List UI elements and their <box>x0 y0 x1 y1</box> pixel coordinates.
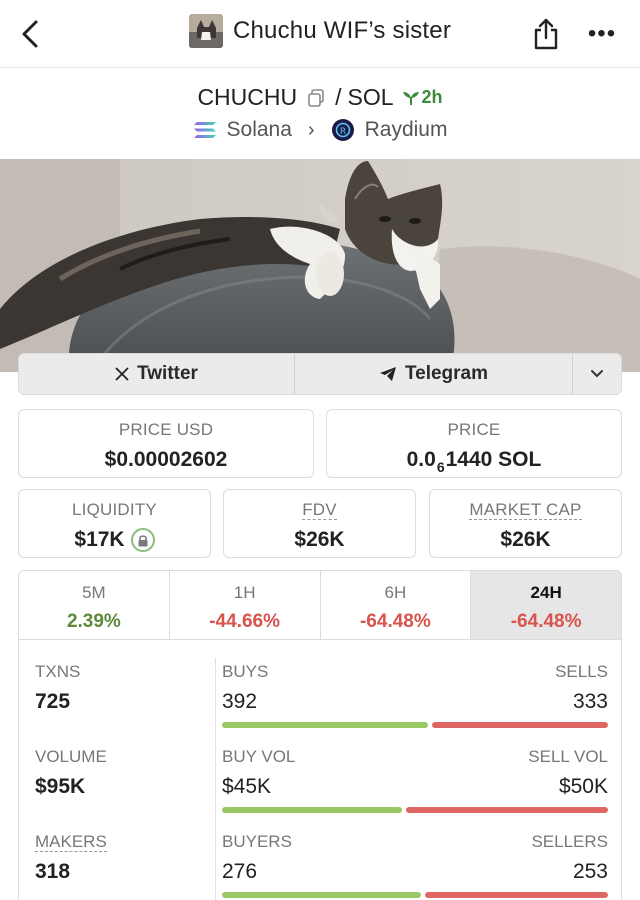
liquidity-card: LIQUIDITY $17K <box>18 489 211 558</box>
buys-label: BUYS <box>222 662 269 681</box>
buyers-sellers-split: BUYERS SELLERS 276 253 <box>222 832 608 898</box>
token-avatar <box>188 14 223 48</box>
price-native-prefix: 0.0 <box>406 448 436 471</box>
svg-text:R: R <box>339 127 345 137</box>
buy-segment <box>222 807 402 813</box>
volume-label: VOLUME <box>35 747 107 766</box>
telegram-icon <box>379 367 396 381</box>
txns-label: TXNS <box>35 662 81 681</box>
solana-icon <box>193 122 216 138</box>
expand-links-button[interactable] <box>573 354 621 394</box>
makers-value: 318 <box>35 860 71 883</box>
price-change: -64.48% <box>510 611 582 632</box>
telegram-label: Telegram <box>404 363 489 384</box>
buys-sells-split: BUYS SELLS 392 333 <box>222 662 608 728</box>
sell-vol-value: $50K <box>558 775 608 798</box>
tab-6h[interactable]: 6H -64.48% <box>320 571 472 639</box>
share-icon <box>534 18 558 50</box>
buy-segment <box>222 722 428 728</box>
buys-value: 392 <box>222 690 258 713</box>
buy-vol-label: BUY VOL <box>222 747 296 766</box>
buy-vol-value: $45K <box>222 775 272 798</box>
price-usd-label: PRICE USD <box>118 420 214 439</box>
pair-age: 2h <box>402 87 443 108</box>
sell-vol-label: SELL VOL <box>528 747 608 766</box>
price-native-zero-count: 6 <box>436 459 445 475</box>
volume-metric: VOLUME $95K <box>35 747 107 799</box>
volume-value: $95K <box>35 775 86 798</box>
txns-metric: TXNS 725 <box>35 662 80 714</box>
price-usd-value: $0.00002602 <box>104 448 228 471</box>
fdv-card[interactable]: FDV $26K <box>223 489 416 558</box>
sell-segment <box>425 892 608 898</box>
price-native-card: PRICE 0.0 6 1440 SOL <box>326 409 622 478</box>
sells-label: SELLS <box>555 662 608 681</box>
tab-24h[interactable]: 24H -64.48% <box>471 571 621 639</box>
twitter-button[interactable]: Twitter <box>19 354 295 394</box>
buyers-sellers-bar <box>222 892 608 898</box>
price-native-suffix: 1440 SOL <box>445 448 542 471</box>
chain-link[interactable]: Solana <box>227 118 292 142</box>
twitter-label: Twitter <box>137 363 198 384</box>
buyers-value: 276 <box>222 860 258 883</box>
makers-label: MAKERS <box>35 832 107 852</box>
liquidity-value: $17K <box>74 528 125 551</box>
x-logo-icon <box>115 367 129 381</box>
chevron-right-icon: › <box>307 118 315 141</box>
buy-segment <box>222 892 421 898</box>
fdv-label: FDV <box>302 500 337 520</box>
sells-value: 333 <box>572 690 608 713</box>
tab-1h[interactable]: 1H -44.66% <box>169 571 321 639</box>
volume-split: BUY VOL SELL VOL $45K $50K <box>222 747 608 813</box>
top-bar: Chuchu WIF’s sister ••• <box>0 0 640 68</box>
price-native-value: 0.0 6 1440 SOL <box>327 448 621 475</box>
pair-heading: CHUCHU / SOL 2h <box>0 84 640 111</box>
timeframe-tabs: 5M 2.39% 1H -44.66% 6H -64.48% 24H -64.4… <box>18 570 622 640</box>
tab-label: 1H <box>233 583 256 602</box>
liquidity-label: LIQUIDITY <box>72 500 157 519</box>
age-label: 2h <box>421 87 443 107</box>
txn-stats-panel: TXNS 725 VOLUME $95K MAKERS 318 BUYS SEL… <box>18 640 622 900</box>
makers-metric[interactable]: MAKERS 318 <box>35 832 107 884</box>
raydium-icon: R <box>331 119 354 141</box>
price-change: 2.39% <box>66 611 121 632</box>
tab-5m[interactable]: 5M 2.39% <box>19 571 170 639</box>
quote-symbol: SOL <box>347 84 394 110</box>
chain-breadcrumb: Solana › R Raydium <box>0 118 640 142</box>
price-native-label: PRICE <box>447 420 501 439</box>
fdv-value: $26K <box>294 528 345 551</box>
lock-icon[interactable] <box>130 528 155 552</box>
social-links-bar: Twitter Telegram <box>18 353 622 395</box>
market-cap-value: $26K <box>500 528 551 551</box>
telegram-button[interactable]: Telegram <box>295 354 573 394</box>
tab-label: 24H <box>530 583 562 602</box>
price-usd-card: PRICE USD $0.00002602 <box>18 409 314 478</box>
market-cap-card[interactable]: MARKET CAP $26K <box>429 489 622 558</box>
more-options-button[interactable]: ••• <box>582 18 622 50</box>
price-change: -44.66% <box>209 611 281 632</box>
buyers-label: BUYERS <box>222 832 292 851</box>
txns-value: 725 <box>35 690 71 713</box>
token-banner-image <box>0 159 640 372</box>
tab-label: 6H <box>384 583 407 602</box>
price-change: -64.48% <box>359 611 431 632</box>
copy-icon[interactable] <box>307 88 325 107</box>
share-button[interactable] <box>530 16 562 52</box>
buys-sells-bar <box>222 722 608 728</box>
tab-label: 5M <box>82 583 106 602</box>
sell-segment <box>432 722 608 728</box>
sell-segment <box>406 807 608 813</box>
chevron-down-icon <box>591 370 603 378</box>
pair-separator: / <box>335 84 342 110</box>
volume-bar <box>222 807 608 813</box>
sprout-icon <box>402 91 419 105</box>
page-title: Chuchu WIF’s sister <box>232 17 452 44</box>
panel-divider <box>215 658 216 900</box>
base-symbol: CHUCHU <box>197 84 298 110</box>
sellers-label: SELLERS <box>531 832 608 851</box>
dex-link[interactable]: Raydium <box>365 118 448 142</box>
sellers-value: 253 <box>572 860 608 883</box>
market-cap-label: MARKET CAP <box>469 500 582 520</box>
